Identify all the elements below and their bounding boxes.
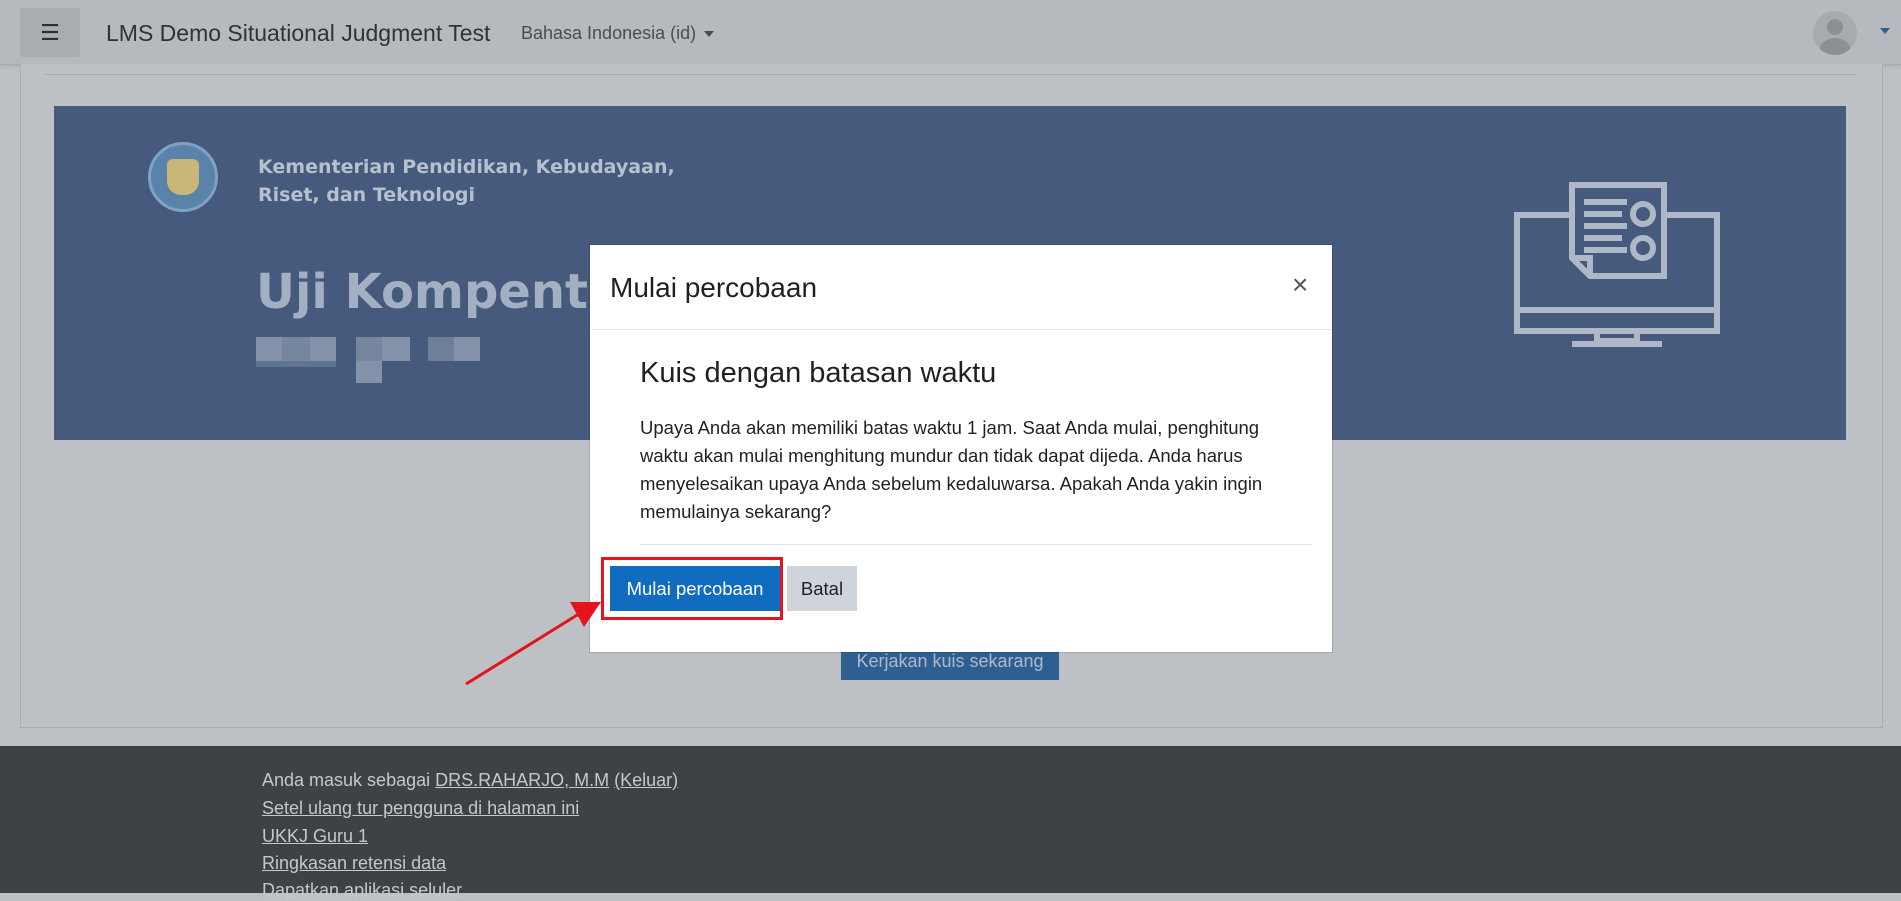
top-navbar: ☰ LMS Demo Situational Judgment Test Bah… xyxy=(0,0,1901,65)
redacted-text xyxy=(256,330,516,386)
dialog-header: Mulai percobaan × xyxy=(590,245,1332,330)
logout-link[interactable]: (Keluar) xyxy=(614,770,678,790)
ministry-logo-icon xyxy=(148,142,218,212)
site-name-link[interactable]: LMS Demo Situational Judgment Test xyxy=(106,20,490,47)
annotation-highlight-box xyxy=(601,557,783,620)
cancel-button[interactable]: Batal xyxy=(787,566,857,611)
logged-in-info: Anda masuk sebagai DRS.RAHARJO, M.M (Kel… xyxy=(262,770,678,791)
computer-checklist-icon xyxy=(1514,182,1720,347)
reset-tour-link[interactable]: Setel ulang tur pengguna di halaman ini xyxy=(262,798,579,818)
data-retention-link[interactable]: Ringkasan retensi data xyxy=(262,853,446,873)
divider xyxy=(45,74,1856,75)
close-icon[interactable]: × xyxy=(1292,271,1308,299)
avatar-icon[interactable] xyxy=(1813,11,1857,55)
dialog-message: Upaya Anda akan memiliki batas waktu 1 j… xyxy=(640,417,1263,522)
user-menu-caret-icon[interactable] xyxy=(1880,28,1890,34)
dialog-heading: Kuis dengan batasan waktu xyxy=(640,357,997,389)
course-link[interactable]: UKKJ Guru 1 xyxy=(262,826,368,846)
user-profile-link[interactable]: DRS.RAHARJO, M.M xyxy=(435,770,609,790)
divider xyxy=(640,544,1312,545)
dialog-title: Mulai percobaan xyxy=(610,272,818,303)
ministry-name-line2: Riset, dan Teknologi xyxy=(258,184,476,206)
language-label: Bahasa Indonesia (id) xyxy=(521,23,697,43)
menu-icon[interactable]: ☰ xyxy=(20,8,80,57)
mobile-app-link[interactable]: Dapatkan aplikasi seluler xyxy=(262,880,462,900)
ministry-name-line1: Kementerian Pendidikan, Kebudayaan, xyxy=(258,156,675,178)
page-footer: Anda masuk sebagai DRS.RAHARJO, M.M (Kel… xyxy=(0,746,1901,900)
logged-in-prefix: Anda masuk sebagai xyxy=(262,770,436,790)
chevron-down-icon xyxy=(704,31,715,38)
ministry-name: Kementerian Pendidikan, Kebudayaan, Rise… xyxy=(258,153,675,209)
language-menu[interactable]: Bahasa Indonesia (id) xyxy=(521,23,715,44)
